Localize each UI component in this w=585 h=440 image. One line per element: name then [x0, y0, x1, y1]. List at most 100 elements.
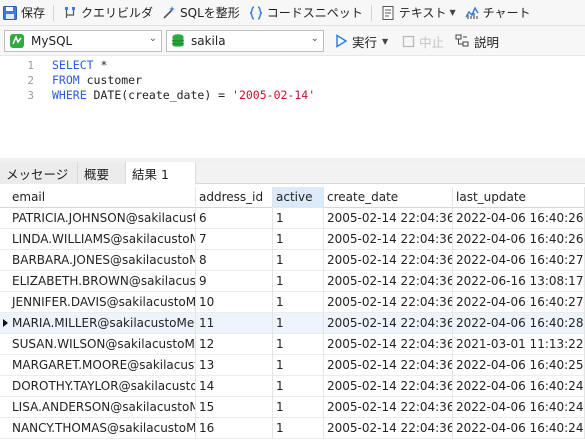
column-header-email[interactable]: email [9, 187, 196, 208]
cell-create-date[interactable]: 2005-02-14 22:04:36 [324, 313, 453, 334]
cell-active[interactable]: 1 [273, 292, 324, 313]
cell-last-update[interactable]: 2022-04-06 16:40:24 [453, 418, 585, 439]
chevron-down-icon: ⌄ [148, 33, 157, 44]
column-header-last-update[interactable]: last_update [453, 187, 585, 208]
save-button[interactable]: 保存 [0, 2, 49, 24]
cell-active[interactable]: 1 [273, 271, 324, 292]
cell-last-update[interactable]: 2022-04-06 16:40:27 [453, 250, 585, 271]
cell-address-id[interactable]: 7 [196, 229, 273, 250]
table-row[interactable]: DOROTHY.TAYLOR@sakilacusto 14 1 2005-02-14 … [0, 376, 585, 397]
cell-address-id[interactable]: 9 [196, 271, 273, 292]
cell-active[interactable]: 1 [273, 313, 324, 334]
cell-create-date[interactable]: 2005-02-14 22:04:36 [324, 208, 453, 229]
cell-create-date[interactable]: 2005-02-14 22:04:36 [324, 229, 453, 250]
cell-email[interactable]: ELIZABETH.BROWN@sakilacustc [9, 271, 196, 292]
cell-active[interactable]: 1 [273, 397, 324, 418]
text-mode-button[interactable]: テキスト ▼ [376, 2, 460, 24]
cell-create-date[interactable]: 2005-02-14 22:04:36 [324, 376, 453, 397]
cell-last-update[interactable]: 2022-04-06 16:40:26 [453, 229, 585, 250]
chart-button[interactable]: チャート [460, 2, 535, 24]
cell-create-date[interactable]: 2005-02-14 22:04:36 [324, 355, 453, 376]
table-row[interactable]: JENNIFER.DAVIS@sakilacustoMe 10 1 2005-02-1… [0, 292, 585, 313]
query-builder-icon [65, 6, 76, 18]
query-builder-button[interactable]: クエリビルダ [58, 2, 157, 24]
cell-email[interactable]: MARIA.MILLER@sakilacustoMer. [9, 313, 196, 334]
cell-address-id[interactable]: 11 [196, 313, 273, 334]
result-grid[interactable]: email address_id active create_date last… [0, 187, 585, 440]
cell-email[interactable]: NANCY.THOMAS@sakilacustoM [9, 418, 196, 439]
cell-active[interactable]: 1 [273, 355, 324, 376]
tab-messages[interactable]: メッセージ [0, 162, 78, 184]
tab-summary[interactable]: 概要 [78, 162, 126, 184]
cell-last-update[interactable]: 2022-06-16 13:08:17 [453, 271, 585, 292]
run-button[interactable]: 実行 ▼ [334, 30, 388, 52]
table-row[interactable]: LINDA.WILLIAMS@sakilacustoM 7 1 2005-02-14 … [0, 229, 585, 250]
line-number: 2 [27, 74, 34, 87]
cell-address-id[interactable]: 10 [196, 292, 273, 313]
cell-create-date[interactable]: 2005-02-14 22:04:36 [324, 334, 453, 355]
cell-create-date[interactable]: 2005-02-14 22:04:36 [324, 292, 453, 313]
database-select[interactable]: sakila ⌄ [166, 30, 324, 52]
connection-name: MySQL [31, 34, 73, 48]
sql-editor[interactable]: 1 2 3 SELECT * FROM customer WHERE DATE(… [0, 57, 585, 161]
cell-address-id[interactable]: 14 [196, 376, 273, 397]
cell-email[interactable]: PATRICIA.JOHNSON@sakilacust [9, 208, 196, 229]
database-icon [172, 34, 184, 47]
cell-create-date[interactable]: 2005-02-14 22:04:36 [324, 418, 453, 439]
cell-active[interactable]: 1 [273, 376, 324, 397]
connection-select[interactable]: MySQL ⌄ [4, 30, 162, 52]
cell-address-id[interactable]: 15 [196, 397, 273, 418]
cell-active[interactable]: 1 [273, 208, 324, 229]
chevron-down-icon[interactable]: ▼ [382, 37, 388, 46]
column-header-address-id[interactable]: address_id [196, 187, 273, 208]
column-header-create-date[interactable]: create_date [324, 187, 453, 208]
cell-address-id[interactable]: 13 [196, 355, 273, 376]
explain-button[interactable]: 説明 [454, 30, 499, 52]
format-sql-button[interactable]: SQLを整形 [157, 2, 244, 24]
cell-email[interactable]: JENNIFER.DAVIS@sakilacustoMe [9, 292, 196, 313]
cell-address-id[interactable]: 8 [196, 250, 273, 271]
cell-last-update[interactable]: 2022-04-06 16:40:27 [453, 292, 585, 313]
table-row[interactable]: ELIZABETH.BROWN@sakilacustc 9 1 2005-02-14 … [0, 271, 585, 292]
cell-email[interactable]: MARGARET.MOORE@sakilacust [9, 355, 196, 376]
cell-email[interactable]: BARBARA.JONES@sakilacustoM [9, 250, 196, 271]
cell-last-update[interactable]: 2022-04-06 16:40:24 [453, 376, 585, 397]
sql-keyword: FROM [52, 73, 80, 87]
chart-icon [464, 5, 479, 19]
cell-create-date[interactable]: 2005-02-14 22:04:36 [324, 397, 453, 418]
cell-active[interactable]: 1 [273, 334, 324, 355]
table-row[interactable]: MARGARET.MOORE@sakilacust 13 1 2005-02-14 2… [0, 355, 585, 376]
cell-create-date[interactable]: 2005-02-14 22:04:36 [324, 271, 453, 292]
tab-label: 結果 1 [132, 166, 169, 182]
table-row[interactable]: BARBARA.JONES@sakilacustoM 8 1 2005-02-14 2… [0, 250, 585, 271]
table-row[interactable]: PATRICIA.JOHNSON@sakilacust 6 1 2005-02-14 … [0, 208, 585, 229]
table-row[interactable]: LISA.ANDERSON@sakilacustoM 15 1 2005-02-14 … [0, 397, 585, 418]
cell-active[interactable]: 1 [273, 250, 324, 271]
column-header-active[interactable]: active [273, 187, 324, 208]
braces-icon [249, 5, 262, 20]
tab-result-1[interactable]: 結果 1 [126, 162, 196, 185]
cell-active[interactable]: 1 [273, 229, 324, 250]
cell-address-id[interactable]: 6 [196, 208, 273, 229]
cell-last-update[interactable]: 2022-04-06 16:40:26 [453, 208, 585, 229]
code-snippet-button[interactable]: コードスニペット [244, 2, 367, 24]
table-row[interactable]: SUSAN.WILSON@sakilacustoMe 12 1 2005-02-14 … [0, 334, 585, 355]
table-row[interactable]: NANCY.THOMAS@sakilacustoM 16 1 2005-02-14 2… [0, 418, 585, 439]
cell-address-id[interactable]: 12 [196, 334, 273, 355]
cell-create-date[interactable]: 2005-02-14 22:04:36 [324, 250, 453, 271]
cell-email[interactable]: SUSAN.WILSON@sakilacustoMe [9, 334, 196, 355]
cell-last-update[interactable]: 2022-04-06 16:40:24 [453, 397, 585, 418]
cell-last-update[interactable]: 2022-04-06 16:40:28 [453, 313, 585, 334]
table-row[interactable]: MARIA.MILLER@sakilacustoMer. 11 1 2005-02-1… [0, 313, 585, 334]
cell-address-id[interactable]: 16 [196, 418, 273, 439]
explain-icon [455, 34, 469, 47]
cell-last-update[interactable]: 2022-04-06 16:40:25 [453, 355, 585, 376]
cell-last-update[interactable]: 2021-03-01 11:13:22 [453, 334, 585, 355]
stop-button[interactable]: 中止 [402, 30, 444, 52]
cell-email[interactable]: LINDA.WILLIAMS@sakilacustoM [9, 229, 196, 250]
sql-keyword: SELECT [52, 58, 94, 72]
cell-email[interactable]: DOROTHY.TAYLOR@sakilacusto [9, 376, 196, 397]
cell-email[interactable]: LISA.ANDERSON@sakilacustoM [9, 397, 196, 418]
code-snippet-label: コードスニペット [266, 6, 363, 20]
cell-active[interactable]: 1 [273, 418, 324, 439]
